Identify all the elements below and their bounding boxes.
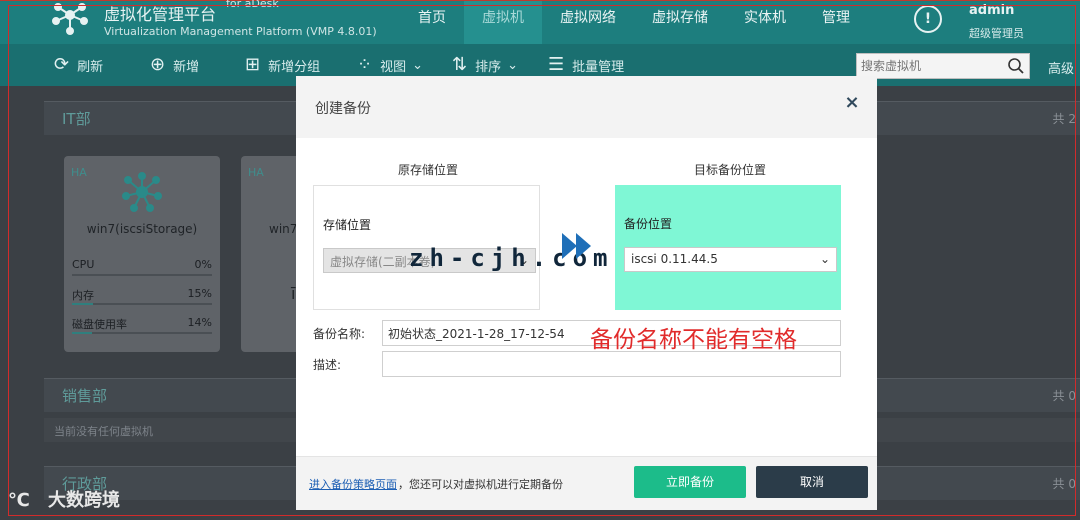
warning-annotation: 备份名称不能有空格 — [590, 327, 797, 353]
metric-track — [72, 303, 212, 305]
sort-icon: ⇅ — [452, 54, 468, 75]
policy-note: ，您还可以对虚拟机进行定期备份 — [398, 478, 563, 491]
group-count: 共 0 — [1052, 389, 1076, 403]
add-group-label: 新增分组 — [268, 59, 321, 75]
logo-icon — [52, 3, 88, 35]
backup-location-label: 备份位置 — [624, 217, 673, 231]
brand-logo-icon: ℃ — [8, 490, 30, 511]
corner-brand: ℃ 大数跨境 — [8, 486, 120, 512]
create-backup-dialog: 创建备份 × 原存储位置 目标备份位置 存储位置 虚拟存储(二副本卷) ⌄ 备份… — [296, 76, 877, 510]
nav-vstorage[interactable]: 虚拟存储 — [634, 1, 726, 45]
top-nav-bar: 虚拟化管理平台 for aDesk Virtualization Managem… — [0, 0, 1080, 45]
chevron-down-icon: ⌄ — [819, 252, 830, 266]
add-label: 新增 — [173, 59, 200, 75]
cancel-button[interactable]: 取消 — [756, 466, 868, 498]
nav-physical[interactable]: 实体机 — [726, 1, 804, 45]
search-icon[interactable] — [1007, 57, 1025, 75]
batch-manage-button[interactable]: ☰ 批量管理 — [548, 52, 624, 78]
metric-fill — [72, 332, 92, 334]
view-icon: ⁘ — [357, 54, 373, 75]
group-title: IT部 — [62, 110, 91, 128]
dialog-title: 创建备份 — [315, 101, 371, 117]
vm-icon — [122, 172, 162, 212]
nav-manage[interactable]: 管理 — [804, 1, 868, 45]
advanced-search-link[interactable]: 高级 — [1048, 58, 1074, 77]
dialog-header: 创建备份 × — [296, 76, 877, 138]
add-button[interactable]: ⊕ 新增 — [150, 52, 199, 78]
batch-label: 批量管理 — [572, 59, 625, 75]
vm-card[interactable]: HA win7(iscsiStorage) CPU 0% 内存 15% 磁盘使用… — [64, 156, 220, 352]
backup-location-select[interactable]: iscsi 0.11.44.5 ⌄ — [624, 247, 837, 272]
group-count: 共 0 — [1052, 477, 1076, 491]
nav-home[interactable]: 首页 — [400, 1, 464, 45]
user-name[interactable]: admin — [969, 3, 1014, 18]
memory-metric: 内存 15% — [72, 287, 212, 307]
ha-badge: HA — [248, 166, 264, 179]
dialog-footer: 进入备份策略页面 ，您还可以对虚拟机进行定期备份 立即备份 取消 — [296, 456, 877, 510]
cpu-metric: CPU 0% — [72, 258, 212, 278]
search-input[interactable] — [857, 54, 997, 78]
app-for-text: for aDesk — [226, 0, 279, 10]
plus-circle-icon: ⊕ — [150, 54, 166, 75]
metric-value: 0% — [194, 258, 212, 271]
metric-value: 14% — [187, 316, 212, 329]
vm-extra-text: ī — [291, 284, 296, 303]
metric-label: CPU — [72, 258, 95, 271]
sort-dropdown[interactable]: ⇅ 排序 ⌄ — [452, 52, 518, 78]
view-dropdown[interactable]: ⁘ 视图 ⌄ — [357, 52, 423, 78]
description-input[interactable] — [382, 351, 841, 377]
add-folder-icon: ⊞ — [245, 54, 261, 75]
metric-label: 内存 — [72, 289, 94, 302]
user-role: 超级管理员 — [969, 27, 1024, 40]
backup-now-button[interactable]: 立即备份 — [634, 466, 746, 498]
add-group-button[interactable]: ⊞ 新增分组 — [245, 52, 320, 78]
metric-value: 15% — [187, 287, 212, 300]
metric-track — [72, 332, 212, 334]
backup-policy-link[interactable]: 进入备份策略页面 — [309, 476, 397, 492]
target-column-heading: 目标备份位置 — [694, 163, 767, 177]
metric-track — [72, 274, 212, 276]
target-backup-panel: 备份位置 iscsi 0.11.44.5 ⌄ — [615, 185, 841, 310]
group-title: 销售部 — [62, 387, 108, 405]
metric-label: 磁盘使用率 — [72, 318, 127, 331]
fast-forward-icon — [562, 233, 591, 259]
sort-label: 排序 — [475, 59, 502, 75]
close-icon[interactable]: × — [844, 94, 860, 112]
chevron-down-icon: ⌄ — [507, 57, 519, 73]
vm-name: win7(iscsiStorage) — [86, 222, 198, 236]
app-title: 虚拟化管理平台 — [104, 5, 217, 24]
refresh-button[interactable]: ⟳ 刷新 — [54, 52, 103, 78]
backup-location-value: iscsi 0.11.44.5 — [631, 252, 718, 266]
corner-brand-text: 大数跨境 — [48, 490, 120, 511]
disk-metric: 磁盘使用率 14% — [72, 316, 212, 336]
refresh-icon: ⟳ — [54, 54, 70, 75]
nav-vnet[interactable]: 虚拟网络 — [542, 1, 634, 45]
main-nav: 首页 虚拟机 虚拟网络 虚拟存储 实体机 管理 — [400, 1, 868, 45]
view-label: 视图 — [380, 59, 407, 75]
description-label: 描述: — [313, 358, 342, 372]
group-count: 共 2 — [1052, 112, 1076, 126]
ha-badge: HA — [71, 166, 87, 179]
refresh-label: 刷新 — [77, 59, 104, 75]
vm-name: win7 — [269, 222, 298, 236]
search-box — [856, 53, 1030, 79]
source-column-heading: 原存储位置 — [398, 163, 459, 177]
svg-text:℃: ℃ — [8, 490, 30, 511]
backup-name-label: 备份名称: — [313, 327, 366, 341]
nav-vms[interactable]: 虚拟机 — [464, 1, 542, 45]
chevron-down-icon: ⌄ — [412, 57, 424, 73]
list-icon: ☰ — [548, 54, 565, 75]
alert-icon[interactable]: ! — [914, 5, 942, 33]
metric-fill — [72, 303, 93, 305]
app-subtitle: Virtualization Management Platform (VMP … — [104, 25, 377, 38]
storage-location-label: 存储位置 — [323, 218, 372, 232]
